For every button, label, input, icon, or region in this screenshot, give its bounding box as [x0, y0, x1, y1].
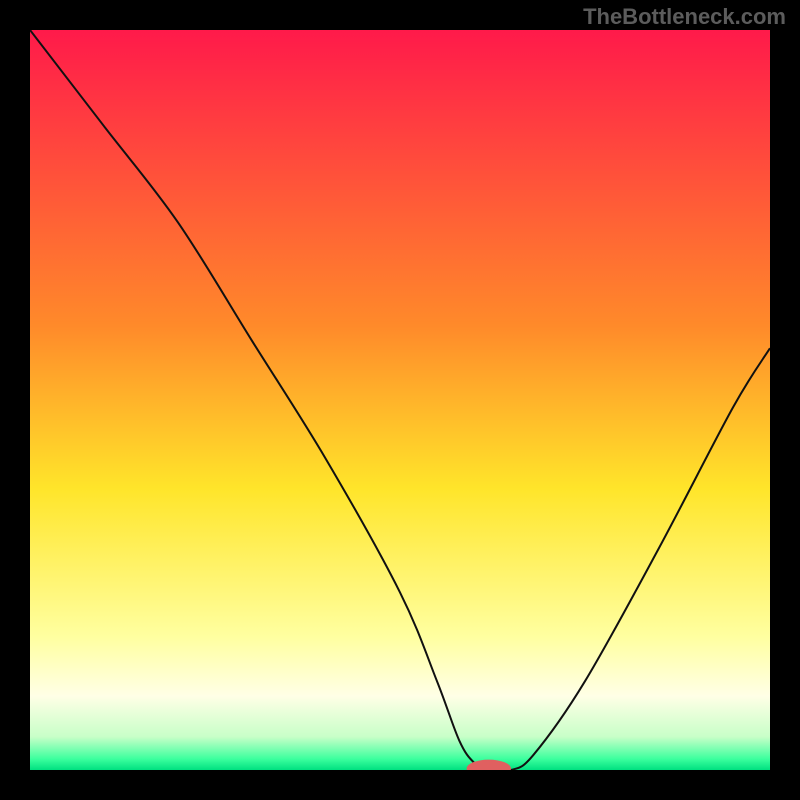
chart-plot-area: [30, 30, 770, 770]
chart-svg: [30, 30, 770, 770]
gradient-background: [30, 30, 770, 770]
watermark-text: TheBottleneck.com: [583, 4, 786, 30]
chart-frame: TheBottleneck.com: [0, 0, 800, 800]
